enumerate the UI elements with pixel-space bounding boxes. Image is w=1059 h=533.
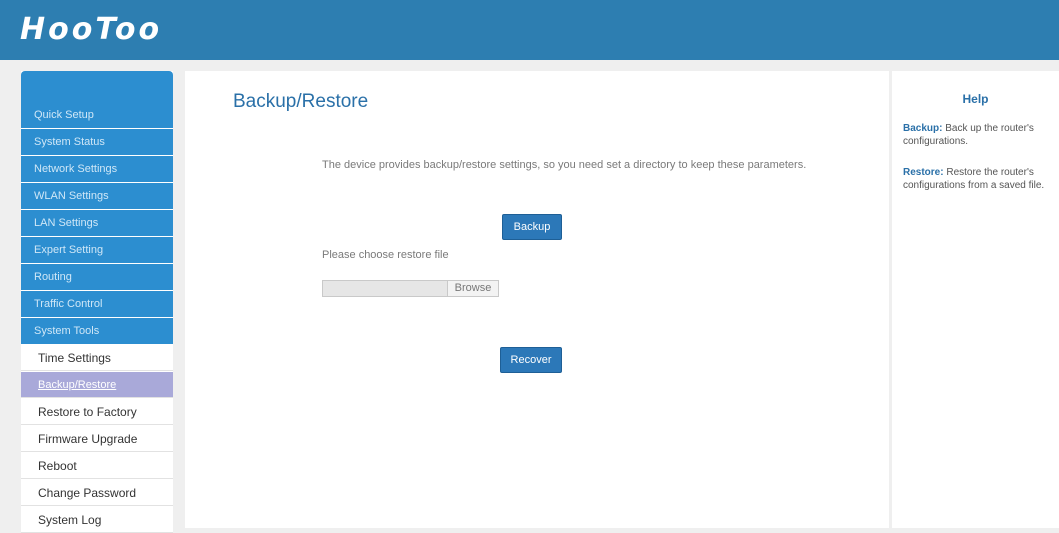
help-restore-term: Restore: (903, 167, 944, 178)
help-restore-text: Restore: Restore the router's configurat… (903, 166, 1055, 192)
help-backup-term: Backup: (903, 123, 943, 134)
backup-description: The device provides backup/restore setti… (322, 159, 807, 171)
sidebar-item-wlan-settings[interactable]: WLAN Settings (21, 183, 173, 209)
sidebar-subitem-system-log[interactable]: System Log (21, 507, 173, 533)
restore-file-label: Please choose restore file (322, 249, 449, 261)
restore-file-input[interactable] (322, 280, 448, 297)
recover-button[interactable]: Recover (500, 347, 562, 373)
sidebar-nav: Quick Setup System Status Network Settin… (21, 71, 173, 533)
sidebar-subitem-reboot[interactable]: Reboot (21, 453, 173, 479)
help-panel: Help Backup: Back up the router's config… (892, 71, 1059, 528)
sidebar-subitem-time-settings[interactable]: Time Settings (21, 345, 173, 371)
top-header: HooToo (0, 0, 1059, 60)
main-panel: Backup/Restore The device provides backu… (185, 71, 889, 528)
sidebar-item-expert-setting[interactable]: Expert Setting (21, 237, 173, 263)
sidebar-item-traffic-control[interactable]: Traffic Control (21, 291, 173, 317)
sidebar-subitem-backup-restore[interactable]: Backup/Restore (21, 372, 173, 398)
sidebar-top-bar (21, 71, 173, 102)
browse-button[interactable]: Browse (447, 280, 499, 297)
help-backup-text: Backup: Back up the router's configurati… (903, 122, 1055, 148)
page-title: Backup/Restore (233, 91, 369, 112)
help-title: Help (962, 92, 989, 106)
sidebar-item-system-status[interactable]: System Status (21, 129, 173, 155)
sidebar-item-network-settings[interactable]: Network Settings (21, 156, 173, 182)
backup-button[interactable]: Backup (502, 214, 562, 240)
sidebar-item-quick-setup[interactable]: Quick Setup (21, 102, 173, 128)
hootoo-logo: HooToo (20, 12, 163, 47)
sidebar-item-routing[interactable]: Routing (21, 264, 173, 290)
sidebar-item-lan-settings[interactable]: LAN Settings (21, 210, 173, 236)
sidebar-subitem-restore-to-factory[interactable]: Restore to Factory (21, 399, 173, 425)
sidebar-item-system-tools[interactable]: System Tools (21, 318, 173, 344)
sidebar-subitem-change-password[interactable]: Change Password (21, 480, 173, 506)
sidebar-subitem-firmware-upgrade[interactable]: Firmware Upgrade (21, 426, 173, 452)
